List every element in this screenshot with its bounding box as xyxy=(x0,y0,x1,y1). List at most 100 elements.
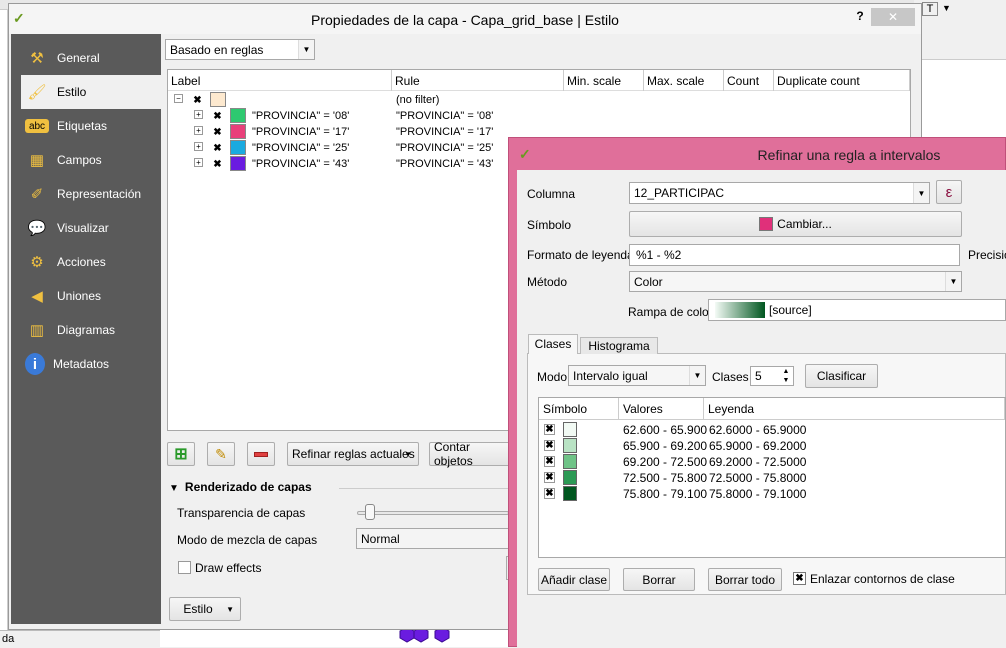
main-title: Propiedades de la capa - Capa_grid_base … xyxy=(311,12,619,28)
rule-label: "PROVINCIA" = '17' xyxy=(252,126,350,138)
class-checkbox[interactable]: ✖ xyxy=(544,472,555,483)
sidebar-item-acciones[interactable]: ⚙ Acciones xyxy=(21,245,169,279)
rules-column-header[interactable]: Max. scale xyxy=(644,70,724,91)
add-class-button[interactable]: Añadir clase xyxy=(538,568,610,591)
class-legend: 69.2000 - 72.5000 xyxy=(709,455,807,469)
rule-checkbox[interactable]: ✖ xyxy=(212,111,223,122)
help-button[interactable]: ? xyxy=(851,9,869,27)
class-values: 72.500 - 75.800 xyxy=(623,471,708,485)
rule-checkbox[interactable]: ✖ xyxy=(192,95,203,106)
rules-column-header[interactable]: Duplicate count xyxy=(774,70,910,91)
sidebar-item-label: Metadatos xyxy=(53,357,110,371)
remove-rule-button[interactable] xyxy=(247,442,275,466)
tab-histogram[interactable]: Histograma xyxy=(580,337,658,354)
classes-label: Clases xyxy=(712,370,749,384)
sidebar-item-visualizar[interactable]: 💬 Visualizar xyxy=(21,211,169,245)
expand-toggle-icon[interactable]: + xyxy=(194,158,203,167)
draw-effects-checkbox[interactable] xyxy=(178,561,191,574)
class-checkbox[interactable]: ✖ xyxy=(544,456,555,467)
class-column-header[interactable]: Leyenda xyxy=(704,398,1005,420)
blend-mode-select[interactable]: Normal xyxy=(356,528,509,549)
expression-button[interactable]: ε xyxy=(936,180,962,204)
rule-checkbox[interactable]: ✖ xyxy=(212,127,223,138)
abc-label-icon: abc xyxy=(25,119,49,133)
add-rule-button[interactable]: ⊞ xyxy=(167,442,195,466)
classes-spinbox[interactable]: 5 ▲ ▼ xyxy=(750,366,794,386)
status-bar: da xyxy=(0,630,160,647)
mode-label: Modo xyxy=(537,370,568,384)
transparency-slider-handle[interactable] xyxy=(365,504,375,520)
rule-expression: "PROVINCIA" = '25' xyxy=(396,142,494,154)
rule-row[interactable]: + ✖ "PROVINCIA" = '08' "PROVINCIA" = '08' xyxy=(168,108,910,124)
sidebar-item-diagramas[interactable]: ▥ Diagramas xyxy=(21,313,169,347)
class-row[interactable]: ✖ 62.600 - 65.900 62.6000 - 65.9000 xyxy=(539,422,1005,438)
wrench-icon: ⚒ xyxy=(30,50,44,67)
edit-rule-button[interactable]: ✎ xyxy=(207,442,235,466)
chart-icon: ▥ xyxy=(29,322,45,339)
class-table[interactable]: Símbolo Valores Leyenda ✖ 62.600 - 65.900 62… xyxy=(538,397,1006,558)
class-row[interactable]: ✖ 69.200 - 72.500 69.2000 - 72.5000 xyxy=(539,454,1005,470)
classify-button[interactable]: Clasificar xyxy=(805,364,878,388)
pencil-icon: ✎ xyxy=(215,445,227,462)
link-boundaries-label: Enlazar contornos de clase xyxy=(810,572,955,586)
expand-toggle-icon[interactable]: + xyxy=(194,110,203,119)
class-column-header[interactable]: Valores xyxy=(619,398,704,420)
legend-format-label: Formato de leyenda xyxy=(527,248,634,262)
class-row[interactable]: ✖ 75.800 - 79.100 75.8000 - 79.1000 xyxy=(539,486,1005,502)
sidebar-item-general[interactable]: ⚒ General xyxy=(21,41,169,75)
class-checkbox[interactable]: ✖ xyxy=(544,488,555,499)
rule-checkbox[interactable]: ✖ xyxy=(212,143,223,154)
mode-select[interactable]: Intervalo igual ▼ xyxy=(568,365,706,386)
rules-column-header[interactable]: Min. scale xyxy=(564,70,644,91)
expand-toggle-icon[interactable]: − xyxy=(174,94,183,103)
class-table-header: Símbolo Valores Leyenda xyxy=(539,398,1005,420)
sidebar-item-label: Acciones xyxy=(57,255,106,269)
rule-row[interactable]: − ✖ (no filter) xyxy=(168,92,910,108)
color-ramp-select[interactable]: [source] xyxy=(708,299,1006,321)
rule-expression: "PROVINCIA" = '43' xyxy=(396,158,494,170)
sidebar-item-campos[interactable]: ▦ Campos xyxy=(21,143,169,177)
info-icon: i xyxy=(25,353,45,375)
rule-checkbox[interactable]: ✖ xyxy=(212,159,223,170)
rendering-section-header[interactable]: ▼ Renderizado de capas xyxy=(169,480,509,498)
expand-toggle-icon[interactable]: + xyxy=(194,142,203,151)
class-checkbox[interactable]: ✖ xyxy=(544,424,555,435)
class-row[interactable]: ✖ 72.500 - 75.800 72.5000 - 75.8000 xyxy=(539,470,1005,486)
style-menu-button[interactable]: Estilo ▼ xyxy=(169,597,241,621)
class-column-header[interactable]: Símbolo xyxy=(539,398,619,420)
class-row[interactable]: ✖ 65.900 - 69.200 65.9000 - 69.2000 xyxy=(539,438,1005,454)
rules-column-header[interactable]: Count xyxy=(724,70,774,91)
rule-label: "PROVINCIA" = '43' xyxy=(252,158,350,170)
count-features-button[interactable]: Contar objetos xyxy=(429,440,513,468)
sidebar-item-estilo[interactable]: 🖌 Estilo xyxy=(21,75,169,109)
method-select[interactable]: Color ▼ xyxy=(629,271,962,292)
sidebar-item-etiquetas[interactable]: abc Etiquetas xyxy=(21,109,169,143)
transparency-slider[interactable] xyxy=(357,511,509,515)
rules-column-header[interactable]: Rule xyxy=(392,70,564,91)
class-symbol-swatch xyxy=(563,438,577,453)
qgis-logo-icon: ✓ xyxy=(519,146,531,162)
column-select[interactable]: 12_PARTICIPAC ▼ xyxy=(629,182,930,204)
renderer-select[interactable]: Basado en reglas ▼ xyxy=(165,39,315,60)
link-boundaries-checkbox[interactable]: ✖ xyxy=(793,572,806,585)
dropdown-arrow-icon[interactable]: ▼ xyxy=(942,3,951,13)
delete-class-button[interactable]: Borrar xyxy=(623,568,695,591)
change-symbol-button[interactable]: Cambiar... xyxy=(629,211,962,237)
expand-toggle-icon[interactable]: + xyxy=(194,126,203,135)
refine-rules-button[interactable]: Refinar reglas actuales ▼ xyxy=(287,442,419,466)
text-tool-icon[interactable]: T xyxy=(922,2,938,16)
rules-header: Label Rule Min. scale Max. scale Count Duplic… xyxy=(168,70,910,91)
close-button[interactable]: ✕ xyxy=(871,8,915,26)
legend-format-input[interactable]: %1 - %2 xyxy=(629,244,960,266)
class-checkbox[interactable]: ✖ xyxy=(544,440,555,451)
sidebar-item-uniones[interactable]: ◀ Uniones xyxy=(21,279,169,313)
sidebar-item-label: Estilo xyxy=(57,85,87,99)
dialog-title-bar: ✓ Refinar una regla a intervalos xyxy=(509,138,1006,170)
rules-column-header[interactable]: Label xyxy=(168,70,392,91)
spin-arrows-icon[interactable]: ▲ ▼ xyxy=(780,367,792,385)
sidebar-item-metadatos[interactable]: i Metadatos xyxy=(21,347,169,381)
class-values: 62.600 - 65.900 xyxy=(623,423,708,437)
sidebar-item-representación[interactable]: ✐ Representación xyxy=(21,177,169,211)
delete-all-button[interactable]: Borrar todo xyxy=(708,568,782,591)
tab-classes[interactable]: Clases xyxy=(528,334,578,354)
